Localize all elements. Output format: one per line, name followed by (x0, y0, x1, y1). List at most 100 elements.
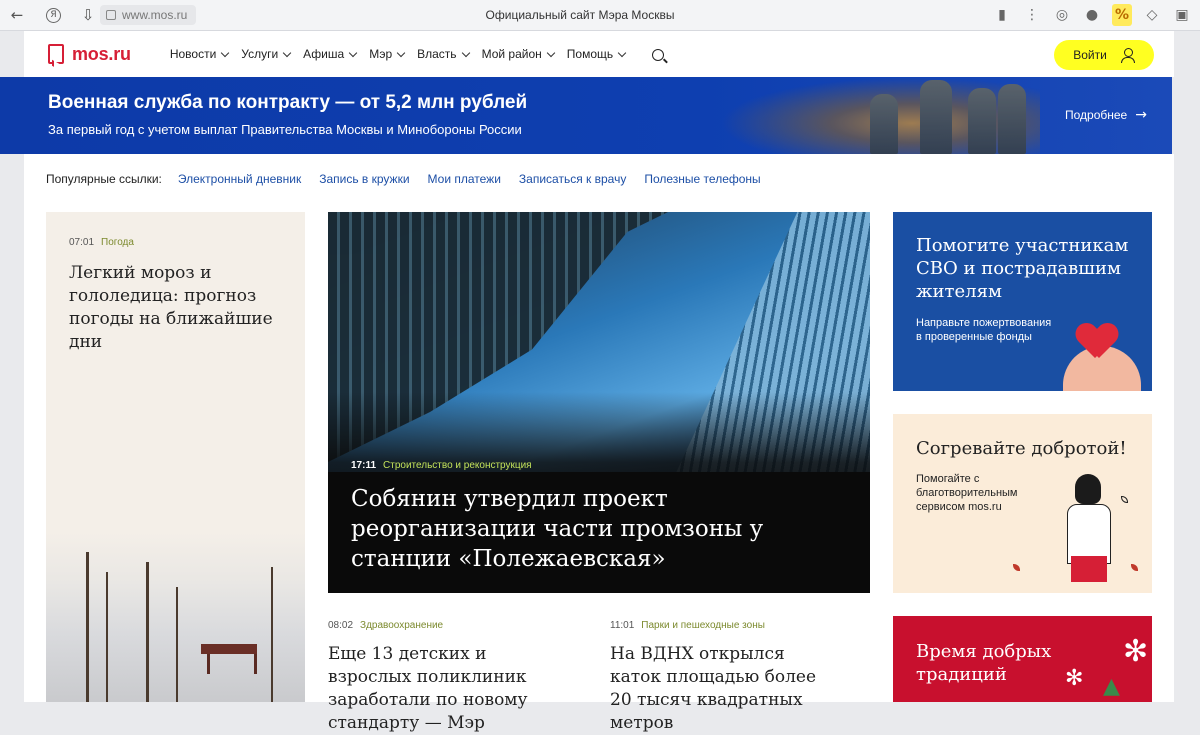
heart-icon (1077, 324, 1117, 360)
snowflake-icon: ✻ (1065, 666, 1084, 691)
chevron-down-icon (546, 48, 556, 57)
chevron-down-icon (221, 48, 230, 57)
promo-card-charity[interactable]: Согревайте добротой! Помогайте с благотв… (893, 414, 1152, 593)
christmas-tree-icon: ▲ (1103, 674, 1120, 699)
soldier-figure (968, 88, 996, 154)
link-clubs[interactable]: Запись в кружки (319, 172, 409, 186)
tree (176, 587, 178, 702)
chevron-down-icon (461, 48, 470, 57)
banner-subtitle: За первый год с учетом выплат Правительс… (48, 122, 522, 137)
nav-label: Мэр (369, 47, 393, 61)
nav-mayor[interactable]: Мэр (369, 47, 406, 61)
browser-toolbar: ← Я ⇩ www.mos.ru Официальный сайт Мэра М… (0, 0, 1200, 31)
login-button[interactable]: Войти (1054, 40, 1154, 70)
news-meta: 17:11 Строительство и реконструкция (351, 460, 532, 471)
nav-help[interactable]: Помощь (567, 47, 627, 61)
page-title: Официальный сайт Мэра Москвы (485, 8, 675, 22)
arrow-right-icon: → (1135, 107, 1147, 123)
address-bar[interactable]: www.mos.ru (100, 5, 196, 25)
news-category[interactable]: Здравоохранение (360, 620, 443, 631)
nav-label: Услуги (241, 47, 279, 61)
news-time: 17:11 (351, 460, 377, 471)
link-payments[interactable]: Мои платежи (428, 172, 501, 186)
nav-services[interactable]: Услуги (241, 47, 292, 61)
promo-card-svo[interactable]: Помогите участникам СВО и пострадавшим ж… (893, 212, 1152, 391)
nav-afisha[interactable]: Афиша (303, 47, 358, 61)
nav-label: Новости (169, 47, 217, 61)
extension-icon[interactable]: ◎ (1052, 4, 1072, 26)
profile-extension-icon[interactable]: ▣ (1172, 4, 1192, 26)
hero-news-card[interactable]: 17:11 Строительство и реконструкция Собя… (328, 212, 870, 593)
leaf-icon (1013, 564, 1020, 571)
promo-subtitle: Направьте пожертвования в проверенные фо… (916, 317, 1052, 343)
site-header: mos.ru Новости Услуги Афиша Мэр Власть М… (24, 31, 1174, 77)
tree (271, 567, 273, 702)
link-e-diary[interactable]: Электронный дневник (178, 172, 301, 186)
user-icon (1120, 48, 1135, 63)
logo-icon (48, 44, 64, 64)
banner-more-link[interactable]: Подробнее → (1065, 107, 1147, 123)
menu-icon[interactable]: ⋮ (1022, 4, 1042, 26)
page-scrollbar[interactable] (1174, 31, 1200, 702)
news-title: Еще 13 детских и взрослых поликлиник зар… (328, 644, 528, 733)
gazebo (201, 644, 257, 674)
promo-banner[interactable]: Военная служба по контракту — от 5,2 млн… (0, 77, 1172, 154)
soldier-figure (920, 80, 952, 154)
nav-news[interactable]: Новости (169, 47, 230, 61)
back-arrow-icon[interactable]: ← (6, 4, 28, 26)
soldier-figure (870, 94, 898, 154)
news-meta: 07:01 Погода (69, 237, 134, 248)
news-meta: 11:01 Парки и пешеходные зоны (610, 620, 840, 631)
news-category[interactable]: Строительство и реконструкция (383, 460, 532, 471)
nav-label: Мой район (481, 47, 542, 61)
promo-subtitle: Помогайте с благотворительным сервисом m… (916, 473, 1018, 513)
woman-body (1067, 504, 1111, 564)
news-item[interactable]: 08:02 Здравоохранение Еще 13 детских и в… (328, 620, 558, 735)
snowflake-icon: ✻ (1123, 634, 1149, 669)
nav-my-district[interactable]: Мой район (481, 47, 556, 61)
news-category[interactable]: Погода (101, 237, 134, 248)
chevron-down-icon (282, 48, 292, 57)
news-title: Собянин утвердил проект реорганизации ча… (351, 486, 764, 572)
weather-news-card[interactable]: 07:01 Погода Легкий мороз и гололедица: … (46, 212, 305, 702)
link-doctor[interactable]: Записаться к врачу (519, 172, 626, 186)
popular-links: Популярные ссылки: Электронный дневник З… (46, 172, 761, 186)
soldier-figure (998, 84, 1026, 154)
logo-text: mos.ru (72, 43, 131, 64)
bookmark-icon[interactable]: ▮ (992, 4, 1012, 26)
nav-label: Афиша (303, 47, 345, 61)
nav-authority[interactable]: Власть (417, 47, 470, 61)
more-label: Подробнее (1065, 108, 1128, 122)
promo-title: Время добрых традиций (916, 641, 1052, 685)
search-icon[interactable] (652, 49, 665, 61)
tree (146, 562, 149, 702)
puzzle-icon[interactable]: ◇ (1142, 4, 1162, 26)
banner-illustration (720, 77, 1040, 154)
winter-park-image (46, 532, 305, 702)
downloads-icon[interactable]: ⇩ (77, 4, 99, 26)
promo-title: Согревайте добротой! (916, 438, 1127, 459)
woman-illustration (1061, 474, 1121, 593)
globe-icon[interactable]: ● (1082, 4, 1102, 26)
news-item[interactable]: 11:01 Парки и пешеходные зоны На ВДНХ от… (610, 620, 840, 735)
mos-logo[interactable]: mos.ru (48, 44, 131, 65)
promo-card-traditions[interactable]: Время добрых традиций ✻ ✻ ▲ (893, 616, 1152, 702)
woman-skirt (1071, 556, 1107, 582)
login-label: Войти (1073, 48, 1107, 62)
link-phones[interactable]: Полезные телефоны (644, 172, 760, 186)
lock-icon (106, 10, 116, 20)
yandex-icon[interactable]: Я (46, 7, 61, 23)
address-text: www.mos.ru (122, 8, 188, 22)
chevron-down-icon (348, 48, 358, 57)
tree (106, 572, 108, 702)
news-category[interactable]: Парки и пешеходные зоны (641, 620, 765, 631)
woman-head (1075, 474, 1101, 504)
chevron-down-icon (617, 48, 627, 57)
banner-title: Военная служба по контракту — от 5,2 млн… (48, 92, 528, 113)
main-content: Популярные ссылки: Электронный дневник З… (24, 154, 1174, 733)
leaf-icon (1121, 496, 1128, 503)
tree (86, 552, 89, 702)
chevron-down-icon (396, 48, 406, 57)
browser-extensions: ▮ ⋮ ◎ ● % ◇ ▣ (992, 4, 1192, 26)
discount-extension-icon[interactable]: % (1112, 4, 1132, 26)
